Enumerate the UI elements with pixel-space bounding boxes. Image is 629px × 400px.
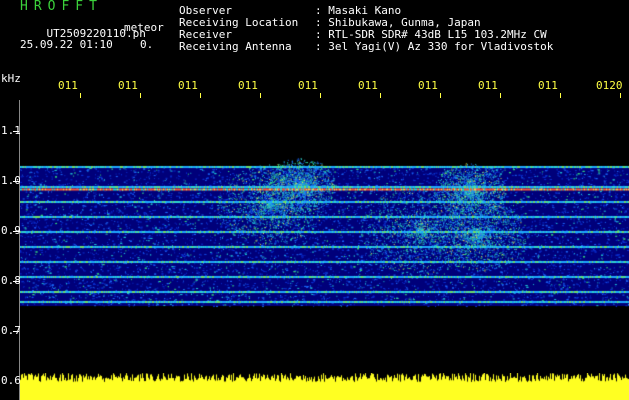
y-tick-mark [13,331,19,332]
app-brand: HROFFT [20,0,103,14]
info-value-antenna: : 3el Yagi(V) Az 330 for Vladivostok [315,40,554,53]
y-tick-mark [13,131,19,132]
x-tick-label: 011 [118,79,138,92]
x-tick-label: 011 [358,79,378,92]
x-tick-mark [140,93,141,98]
axis-unit-label: kHz [1,72,21,85]
x-tick-mark [620,93,621,98]
x-tick-mark [380,93,381,98]
x-tick-label: 011 [58,79,78,92]
x-tick-label: 0120 [596,79,623,92]
x-tick-label: 011 [298,79,318,92]
x-tick-mark [440,93,441,98]
x-tick-label: 011 [178,79,198,92]
x-tick-mark [500,93,501,98]
x-tick-mark [200,93,201,98]
y-tick-mark [13,231,19,232]
hrofft-window: HROFFT UT2509220110.pn meteor 25.09.22 0… [0,0,629,400]
spectrogram [20,100,629,375]
x-tick-label: 011 [238,79,258,92]
file-count: 0. [140,38,154,51]
x-tick-mark [80,93,81,98]
x-tick-mark [320,93,321,98]
signal-level-bar [20,373,629,400]
x-tick-label: 011 [538,79,558,92]
x-tick-label: 011 [478,79,498,92]
info-key-antenna: Receiving Antenna [179,40,292,53]
x-tick-mark [560,93,561,98]
x-tick-mark [260,93,261,98]
y-tick-mark [13,181,19,182]
y-tick-mark [13,281,19,282]
y-tick-label: 0.6 [1,374,21,387]
x-tick-label: 011 [418,79,438,92]
file-timestamp: 25.09.22 01:10 [20,38,113,51]
file-suffix: meteor [124,21,164,34]
